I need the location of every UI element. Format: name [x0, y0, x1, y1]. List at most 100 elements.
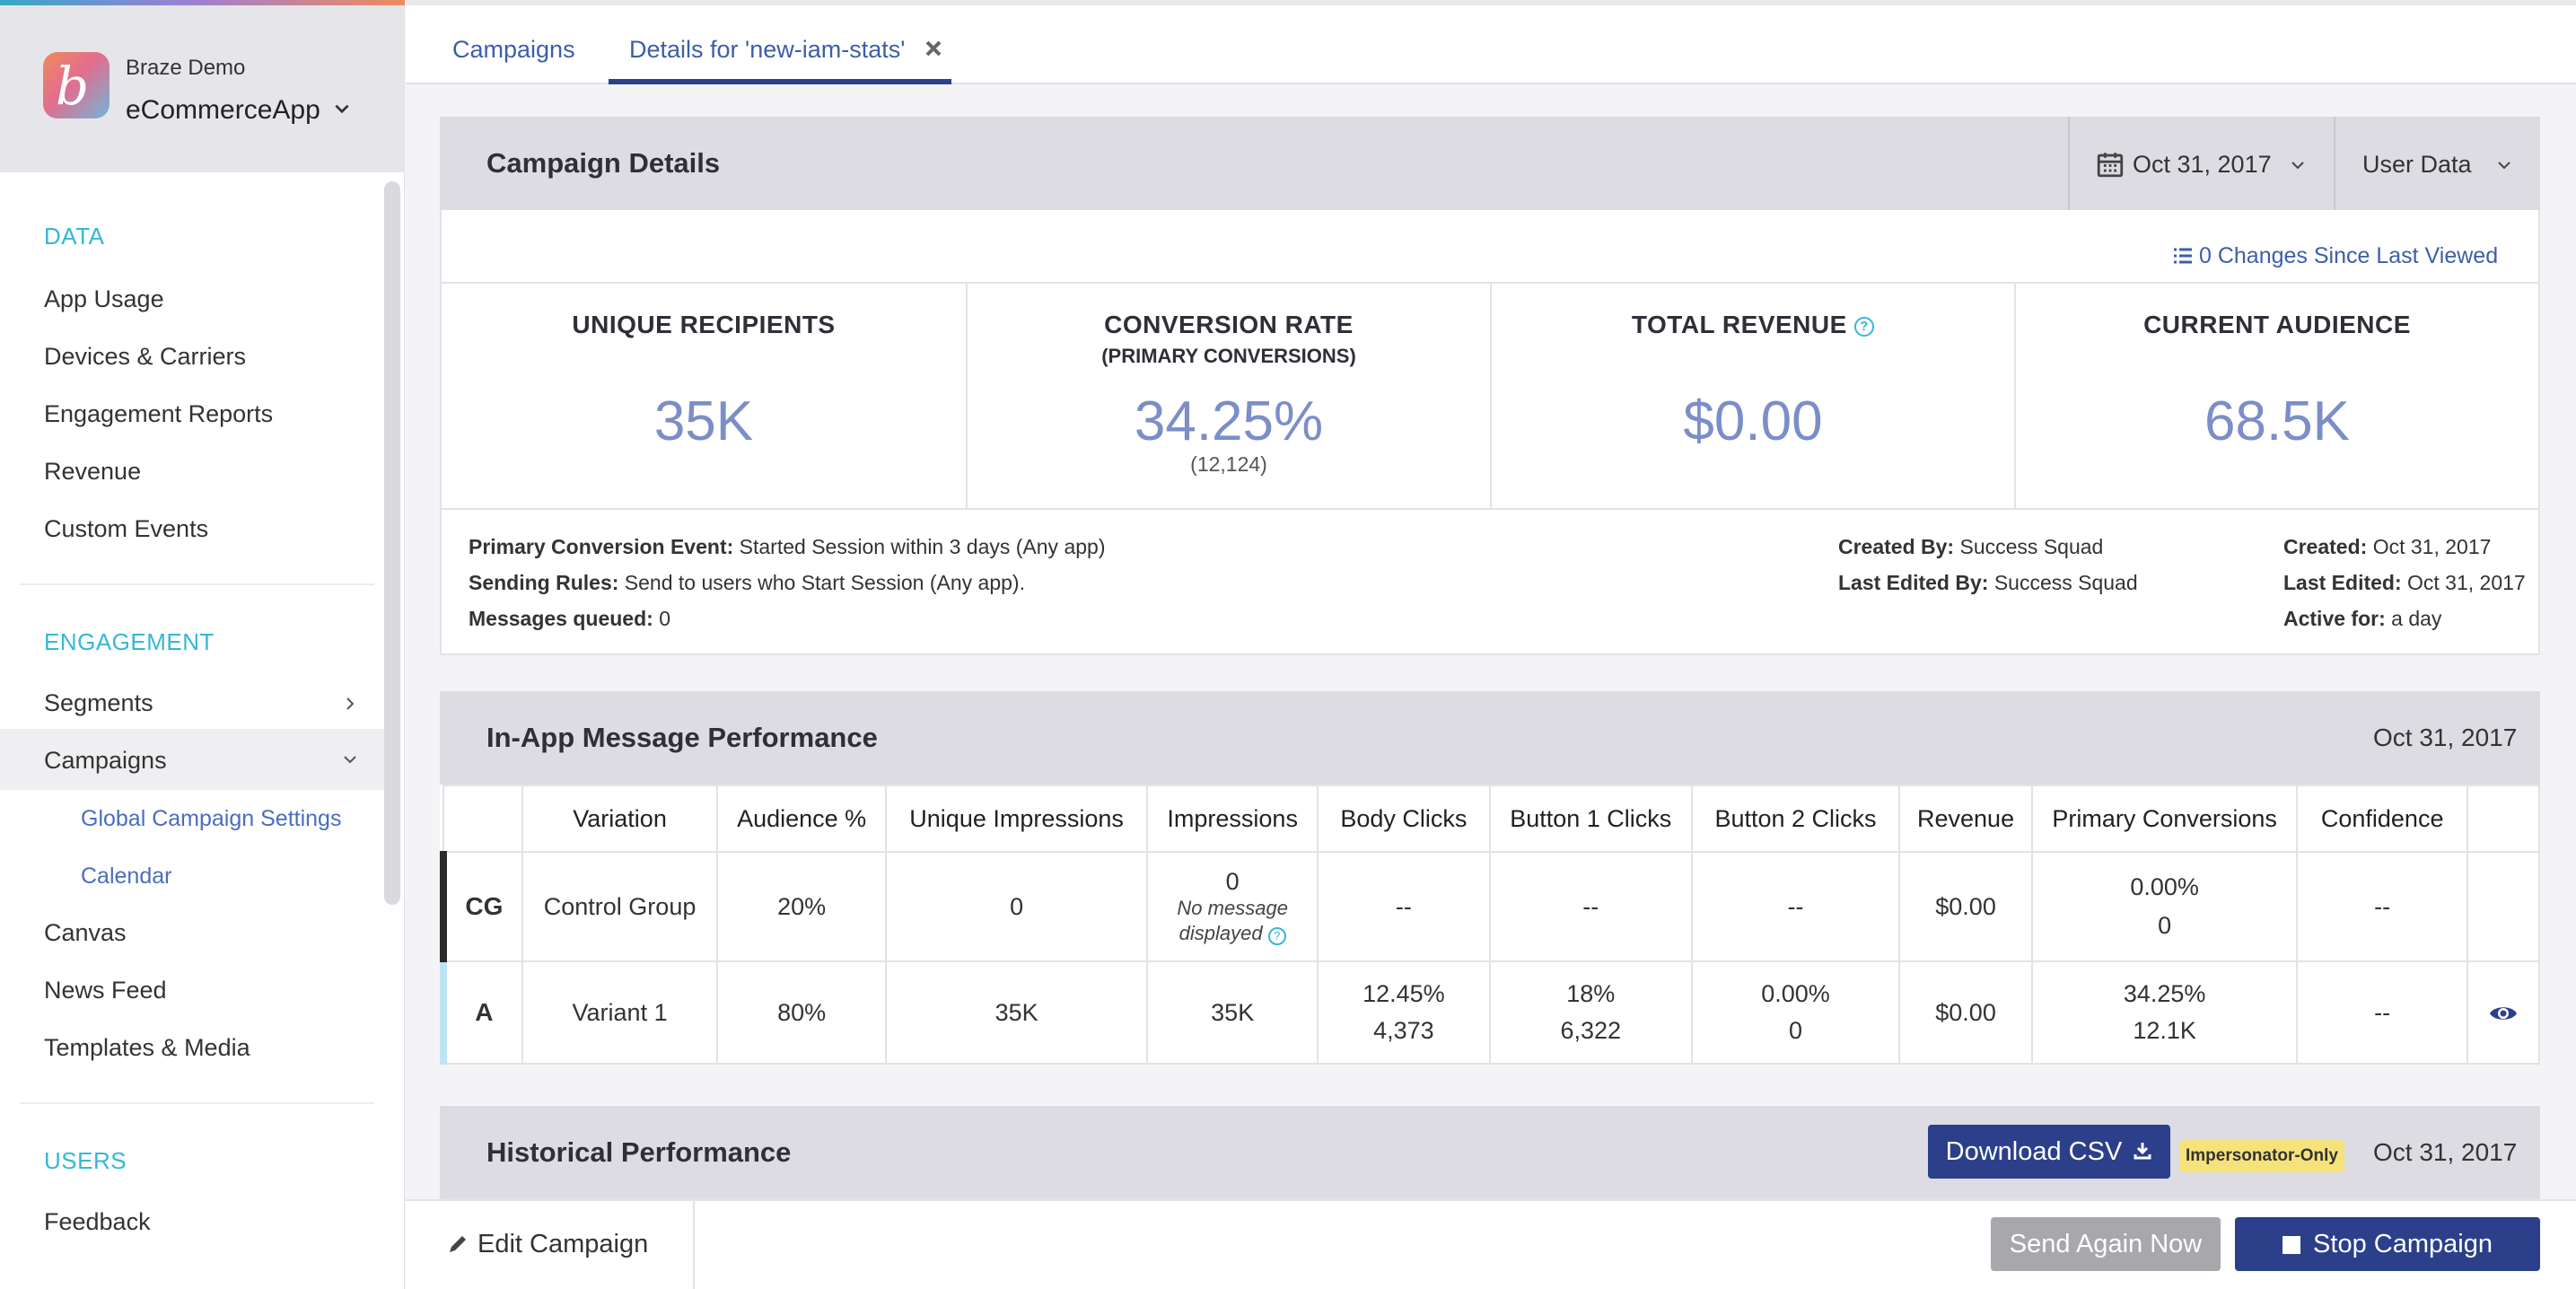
sidebar-item-campaigns[interactable]: Campaigns — [44, 747, 167, 775]
close-tab-icon[interactable] — [923, 38, 944, 59]
actions-cell — [2466, 851, 2540, 962]
variation-name: Variant 1 — [521, 960, 719, 1065]
calendar-icon — [2097, 153, 2124, 178]
button2-clicks-cell: 0.00% 0 — [1690, 960, 1901, 1065]
stat-label-text: TOTAL REVENUE — [1631, 311, 1847, 338]
chevron-right-icon — [346, 697, 355, 710]
confidence-cell: -- — [2296, 960, 2469, 1065]
variation-name: Control Group — [521, 851, 719, 962]
button2-clicks-cell: -- — [1690, 851, 1901, 962]
unique-impressions-cell: 35K — [884, 960, 1149, 1065]
stat-unique-recipients: UNIQUE RECIPIENTS 35K — [442, 282, 968, 510]
chevron-down-icon[interactable] — [332, 99, 352, 118]
stat-value: 34.25% — [1134, 390, 1324, 452]
sidebar-item-templates-media[interactable]: Templates & Media — [44, 1034, 250, 1062]
stat-label: CONVERSION RATE — [1104, 311, 1354, 338]
body-clicks-cell: -- — [1317, 851, 1491, 962]
date-picker[interactable]: Oct 31, 2017 — [2133, 151, 2272, 179]
braze-logo: b — [43, 52, 110, 118]
chevron-down-icon[interactable] — [2495, 156, 2513, 174]
download-csv-button[interactable]: Download CSV — [1928, 1125, 2170, 1179]
messages-queued: Messages queued: 0 — [469, 607, 670, 630]
iam-performance-table: Variation Audience % Unique Impressions … — [440, 785, 2540, 1065]
variant-tag: CG — [440, 851, 523, 962]
sidebar-item-calendar[interactable]: Calendar — [81, 864, 171, 890]
impressions-note: No message displayed ? — [1177, 896, 1288, 945]
sidebar-scrollbar[interactable] — [384, 181, 400, 905]
sidebar-item-canvas[interactable]: Canvas — [44, 919, 127, 947]
primary-conversion-event: Primary Conversion Event: Started Sessio… — [469, 535, 1106, 558]
audience-cell: 20% — [716, 851, 887, 962]
primary-conversions-cell: 34.25% 12.1K — [2030, 960, 2299, 1065]
sending-rules: Sending Rules: Send to users who Start S… — [469, 571, 1025, 594]
sidebar: b Braze Demo eCommerceApp DATA App Usage… — [0, 0, 405, 1289]
active-for: Active for: a day — [2283, 607, 2442, 630]
actions-cell — [2466, 960, 2540, 1065]
impressions-cell: 0 No message displayed ? — [1146, 851, 1319, 962]
eye-icon[interactable] — [2488, 1003, 2519, 1024]
column-header: Primary Conversions — [2030, 785, 2299, 853]
stat-value: $0.00 — [1683, 390, 1823, 452]
unique-impressions-cell: 0 — [884, 851, 1149, 962]
iam-performance-title: In-App Message Performance — [486, 722, 878, 753]
column-header: Unique Impressions — [884, 785, 1149, 853]
confidence-cell: -- — [2296, 851, 2469, 962]
column-header: Variation — [521, 785, 719, 853]
sidebar-item-engagement-reports[interactable]: Engagement Reports — [44, 400, 273, 428]
stop-campaign-button[interactable]: Stop Campaign — [2235, 1217, 2540, 1271]
stat-label: UNIQUE RECIPIENTS — [572, 311, 836, 338]
user-data-dropdown[interactable]: User Data — [2362, 151, 2472, 179]
table-row: CG Control Group 20% 0 0 No message disp… — [440, 851, 2540, 962]
column-header: Button 1 Clicks — [1488, 785, 1693, 853]
edit-campaign-label: Edit Campaign — [478, 1230, 649, 1258]
org-name: Braze Demo — [126, 56, 246, 80]
download-csv-label: Download CSV — [1945, 1137, 2123, 1166]
column-header: Audience % — [716, 785, 887, 853]
stat-label: CURRENT AUDIENCE — [2143, 311, 2411, 338]
sidebar-item-devices-carriers[interactable]: Devices & Carriers — [44, 343, 246, 371]
send-again-now-button[interactable]: Send Again Now — [1991, 1217, 2221, 1271]
app-name[interactable]: eCommerceApp — [126, 95, 320, 126]
sidebar-item-news-feed[interactable]: News Feed — [44, 977, 167, 1004]
list-icon — [2174, 248, 2192, 264]
revenue-cell: $0.00 — [1898, 851, 2033, 962]
edit-campaign-button[interactable]: Edit Campaign — [447, 1230, 648, 1259]
last-edited-date: Last Edited: Oct 31, 2017 — [2283, 571, 2526, 594]
column-header — [2466, 785, 2540, 853]
column-header: Confidence — [2296, 785, 2469, 853]
changes-since-last-viewed-link[interactable]: 0 Changes Since Last Viewed — [2199, 243, 2498, 269]
tab-campaign-details[interactable]: Details for 'new-iam-stats' — [629, 36, 905, 64]
stat-value: 35K — [653, 390, 754, 452]
stop-campaign-label: Stop Campaign — [2313, 1230, 2493, 1258]
button1-clicks-cell: 18% 6,322 — [1488, 960, 1693, 1065]
campaign-details-title: Campaign Details — [486, 147, 721, 179]
column-header: Button 2 Clicks — [1690, 785, 1901, 853]
sidebar-divider — [20, 1102, 374, 1104]
section-data: DATA — [44, 223, 105, 250]
sidebar-item-revenue[interactable]: Revenue — [44, 458, 141, 486]
sidebar-item-custom-events[interactable]: Custom Events — [44, 515, 208, 543]
tab-bar-top — [406, 0, 2576, 5]
chevron-down-icon[interactable] — [2289, 156, 2307, 174]
variant-tag: A — [440, 960, 523, 1065]
sidebar-divider — [20, 583, 374, 585]
active-tab-indicator — [609, 79, 951, 84]
sidebar-item-global-campaign-settings[interactable]: Global Campaign Settings — [81, 806, 341, 832]
sidebar-item-segments[interactable]: Segments — [44, 689, 153, 717]
created-date: Created: Oct 31, 2017 — [2283, 535, 2492, 558]
column-header — [442, 785, 523, 853]
stat-sublabel: (PRIMARY CONVERSIONS) — [1101, 345, 1356, 367]
help-icon[interactable]: ? — [1267, 926, 1286, 945]
app-switcher[interactable]: b Braze Demo eCommerceApp — [0, 5, 405, 172]
help-icon[interactable]: ? — [1854, 317, 1875, 337]
stat-conversion-rate: CONVERSION RATE (PRIMARY CONVERSIONS) 34… — [968, 282, 1492, 510]
tab-campaigns[interactable]: Campaigns — [452, 36, 575, 64]
download-icon — [2134, 1143, 2151, 1160]
stat-label: TOTAL REVENUE ? — [1492, 311, 2014, 339]
section-users: USERS — [44, 1147, 127, 1174]
table-row: A Variant 1 80% 35K 35K 12.45% 4,373 18% 6… — [440, 960, 2540, 1065]
sidebar-item-feedback[interactable]: Feedback — [44, 1208, 151, 1236]
stop-icon — [2282, 1236, 2301, 1254]
stats-divider — [442, 508, 2538, 510]
sidebar-item-app-usage[interactable]: App Usage — [44, 285, 164, 313]
